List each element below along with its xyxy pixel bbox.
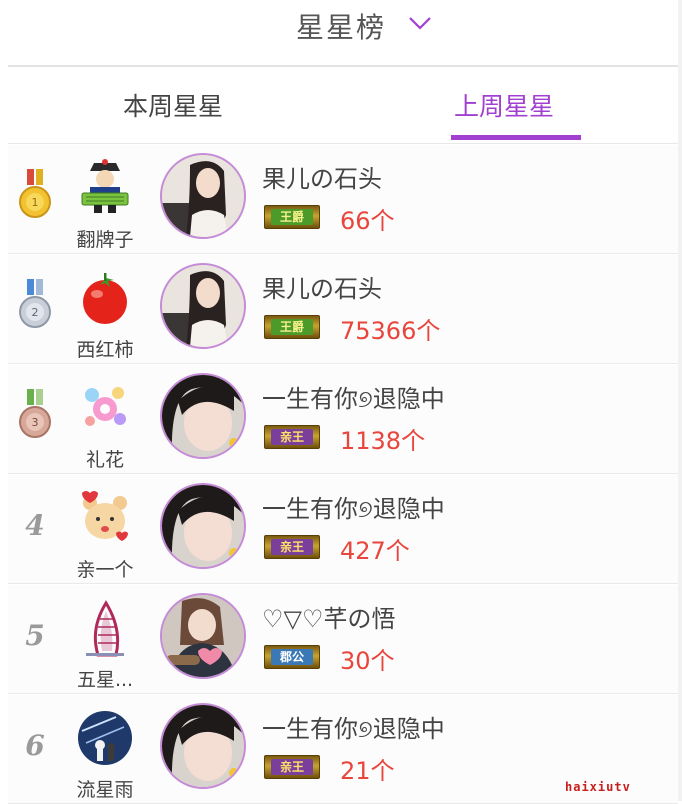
- tab-this-week[interactable]: 本周星星: [123, 87, 223, 123]
- fireworks-icon: [85, 387, 126, 426]
- tab-bar: 本周星星 上周星星: [8, 67, 678, 143]
- user-name[interactable]: 一生有你୭退隐中: [262, 709, 445, 744]
- title-badge-label: 郡公: [271, 649, 313, 665]
- avatar[interactable]: [160, 703, 246, 789]
- user-photo-icon: [162, 155, 244, 237]
- tomato-icon: [83, 273, 127, 324]
- list-item[interactable]: 3 礼花 一生有你୭退隐中 亲王 1138个: [8, 365, 678, 474]
- user-photo-icon: [162, 265, 244, 347]
- user-name[interactable]: 果儿の石头: [262, 269, 382, 304]
- scroll-edge: [678, 0, 682, 801]
- list-item[interactable]: 5 五星... ♡▽♡芊の悟 郡公 30个: [8, 585, 678, 694]
- avatar[interactable]: [160, 153, 246, 239]
- active-tab-indicator: [451, 135, 581, 140]
- title-badge: 王爵: [264, 315, 320, 339]
- silver-medal-icon: 2: [19, 279, 51, 328]
- user-photo-icon: [162, 705, 244, 787]
- app-header: 星星榜: [0, 0, 682, 66]
- user-photo-icon: [162, 375, 244, 457]
- title-badge: 亲王: [264, 755, 320, 779]
- gift-count: 66个: [340, 207, 395, 235]
- user-photo-icon: [162, 485, 244, 567]
- page-title-text: 星星榜: [295, 11, 386, 44]
- chevron-down-icon[interactable]: [408, 16, 432, 30]
- user-name[interactable]: 一生有你୭退隐中: [262, 489, 445, 524]
- rank-number: 6: [25, 729, 45, 762]
- avatar[interactable]: [160, 263, 246, 349]
- gift-count: 75366个: [340, 317, 441, 345]
- sail-hotel-icon: [86, 600, 124, 657]
- user-name[interactable]: 果儿の石头: [262, 159, 382, 194]
- gift-count: 21个: [340, 757, 395, 785]
- svg-text:3: 3: [32, 416, 39, 429]
- avatar[interactable]: [160, 483, 246, 569]
- title-badge-label: 亲王: [271, 429, 313, 445]
- title-badge-label: 王爵: [271, 319, 313, 335]
- user-name[interactable]: 一生有你୭退隐中: [262, 379, 445, 414]
- gift-name: 西红柿: [76, 339, 134, 361]
- official-figure-icon: [81, 159, 129, 213]
- avatar[interactable]: [160, 593, 246, 679]
- title-badge: 王爵: [264, 205, 320, 229]
- bronze-medal-icon: 3: [19, 389, 51, 438]
- list-item[interactable]: 1 翻牌子 果儿の石头 王爵 66个: [8, 145, 678, 254]
- tab-last-week[interactable]: 上周星星: [454, 87, 554, 123]
- gold-medal-icon: 1: [19, 169, 51, 218]
- title-badge-label: 亲王: [271, 759, 313, 775]
- rank-number: 4: [25, 509, 45, 542]
- gift-name: 亲一个: [76, 559, 134, 581]
- gift-name: 流星雨: [76, 779, 134, 801]
- gift-name: 礼花: [85, 449, 124, 471]
- avatar[interactable]: [160, 373, 246, 459]
- title-badge: 郡公: [264, 645, 320, 669]
- title-badge-label: 亲王: [271, 539, 313, 555]
- svg-text:1: 1: [32, 196, 39, 209]
- gift-name: 五星...: [76, 669, 134, 691]
- svg-text:2: 2: [32, 306, 39, 319]
- user-name[interactable]: ♡▽♡芊の悟: [262, 599, 396, 634]
- meteor-couple-icon: [78, 711, 132, 765]
- rank-number: 5: [25, 619, 45, 652]
- gift-count: 30个: [340, 647, 395, 675]
- list-item[interactable]: 2 西红柿 果儿の石头 王爵 75366个: [8, 255, 678, 364]
- gift-count: 427个: [340, 537, 410, 565]
- gift-count: 1138个: [340, 427, 426, 455]
- list-item[interactable]: 4 亲一个 一生有你୭退隐中 亲王 427个: [8, 475, 678, 584]
- user-photo-icon: [162, 595, 244, 677]
- page-title[interactable]: 星星榜: [0, 6, 682, 46]
- gift-name: 翻牌子: [76, 229, 134, 251]
- title-badge: 亲王: [264, 535, 320, 559]
- kiss-bear-icon: [82, 491, 128, 541]
- title-badge: 亲王: [264, 425, 320, 449]
- title-badge-label: 王爵: [271, 209, 313, 225]
- watermark: haixiutv: [565, 780, 631, 794]
- tabs-divider: [8, 143, 678, 144]
